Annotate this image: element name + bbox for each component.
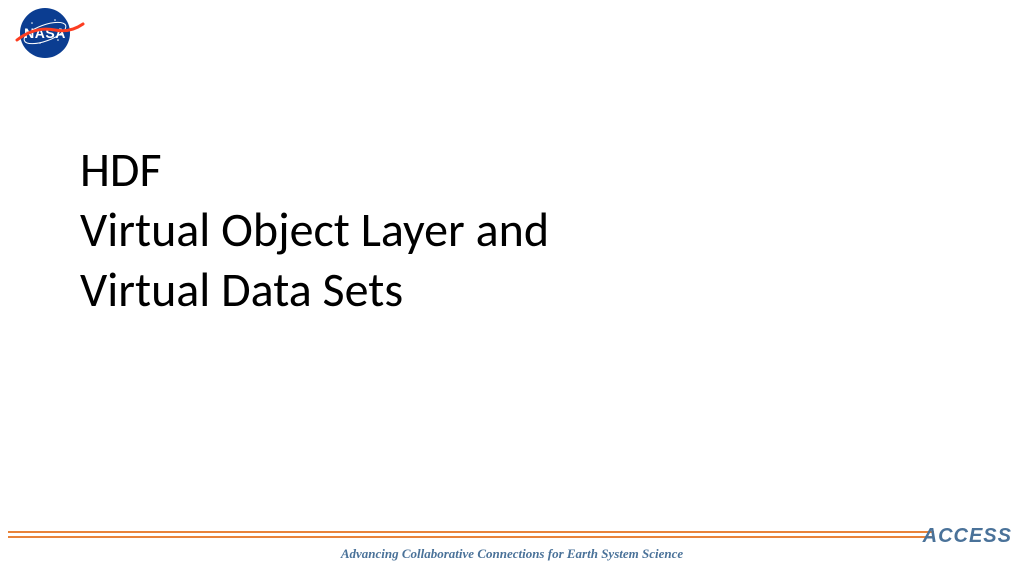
slide-title: HDF Virtual Object Layer and Virtual Dat… bbox=[80, 140, 549, 320]
nasa-swoosh-icon bbox=[15, 18, 85, 48]
title-line-3: Virtual Data Sets bbox=[80, 260, 549, 320]
footer-divider-bottom bbox=[8, 536, 934, 538]
title-line-2: Virtual Object Layer and bbox=[80, 200, 549, 260]
title-line-1: HDF bbox=[80, 140, 549, 200]
nasa-logo-circle: NASA bbox=[20, 8, 70, 58]
nasa-logo: NASA bbox=[20, 8, 80, 58]
footer-divider-top bbox=[8, 531, 934, 533]
access-logo: ACCESS bbox=[923, 525, 1012, 548]
footer-tagline: Advancing Collaborative Connections for … bbox=[0, 546, 1024, 562]
